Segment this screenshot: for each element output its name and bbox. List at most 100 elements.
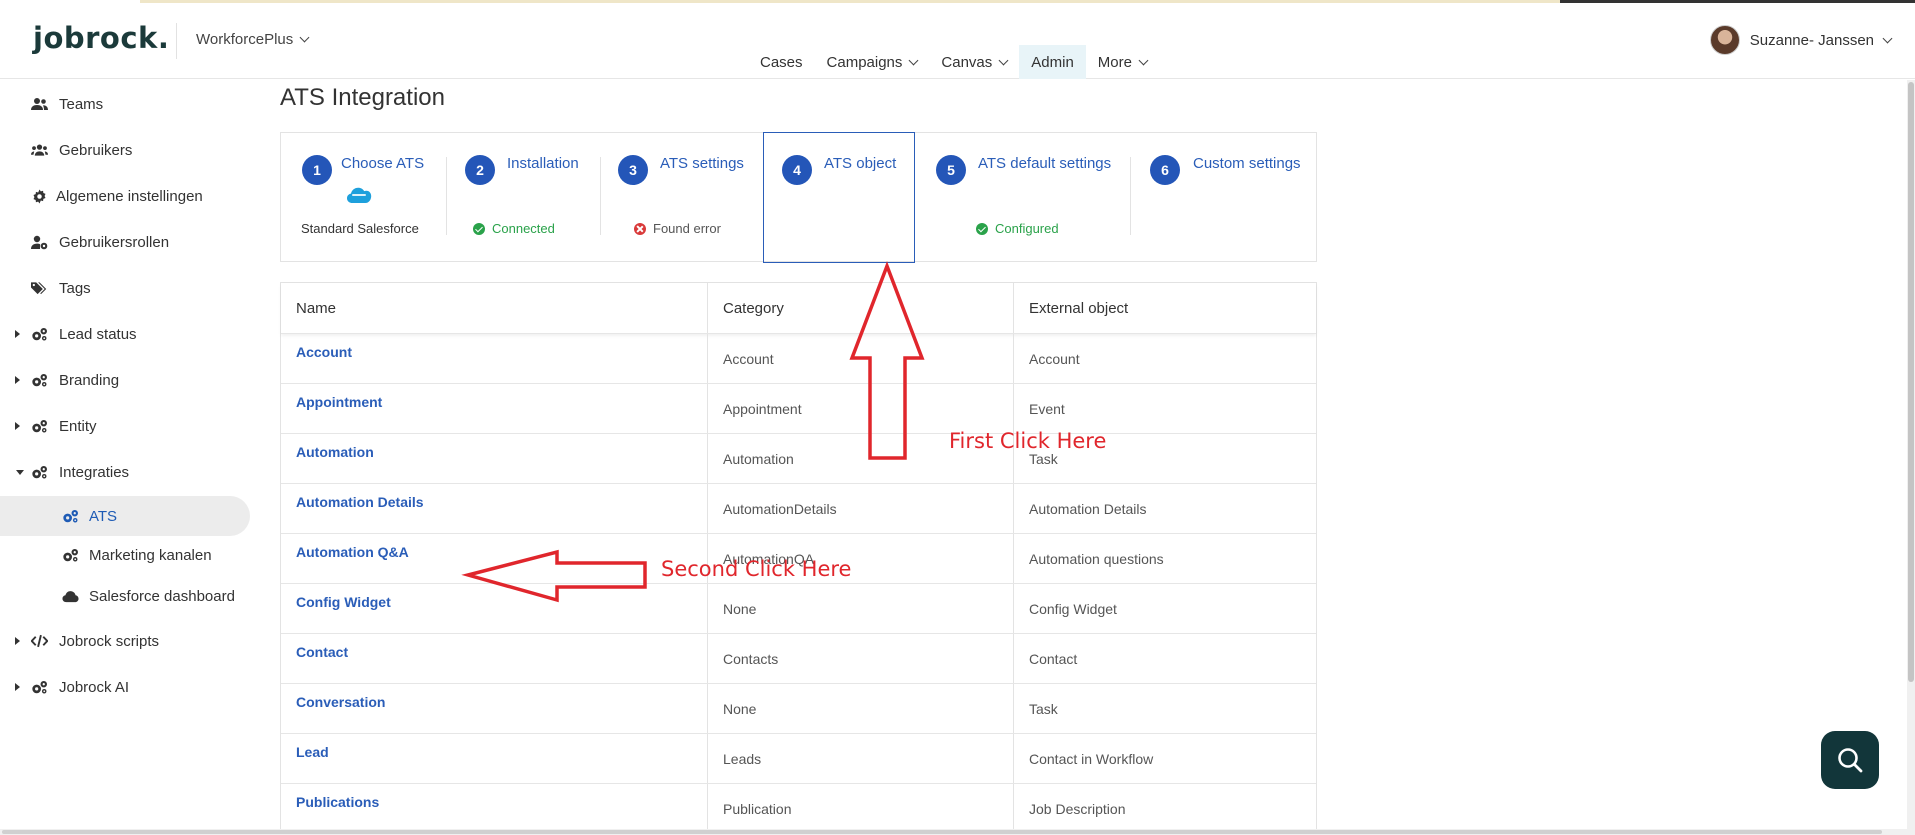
row-external-object: Automation Details xyxy=(1013,484,1316,533)
search-icon xyxy=(1838,748,1863,773)
column-header-name[interactable]: Name xyxy=(281,283,707,333)
row-name-link[interactable]: Automation xyxy=(281,434,707,483)
search-fab-button[interactable] xyxy=(1821,731,1879,789)
workspace-selector[interactable]: WorkforcePlus xyxy=(196,31,310,48)
gears-icon xyxy=(62,547,79,564)
step-number: 4 xyxy=(782,155,812,185)
avatar xyxy=(1709,25,1740,55)
nav-label: Campaigns xyxy=(826,53,903,71)
gears-icon xyxy=(31,372,48,389)
row-name-link[interactable]: Config Widget xyxy=(281,584,707,633)
sidebar-item-label: Tags xyxy=(59,279,91,297)
row-name-link[interactable]: Account xyxy=(281,334,707,383)
table-row[interactable]: Automation Automation Task xyxy=(281,434,1316,484)
step-number: 6 xyxy=(1150,155,1180,185)
caret-right-icon[interactable] xyxy=(15,637,20,645)
horizontal-scrollbar[interactable] xyxy=(0,829,1907,835)
sidebar-item-label: Gebruikersrollen xyxy=(59,233,170,251)
step-status-text: Standard Salesforce xyxy=(301,221,419,236)
sidebar-item-label: Gebruikers xyxy=(59,141,133,159)
sidebar-item-label: Algemene instellingen xyxy=(56,187,203,205)
step-ats-settings[interactable]: 3 ATS settings Found error xyxy=(601,133,761,261)
scrollbar-thumb[interactable] xyxy=(1908,82,1914,682)
sidebar-item-jobrock-scripts[interactable]: Jobrock scripts xyxy=(0,621,250,661)
table-row[interactable]: Config Widget None Config Widget xyxy=(281,584,1316,634)
table-row[interactable]: Automation Details AutomationDetails Autom… xyxy=(281,484,1316,534)
sidebar-item-ats[interactable]: ATS xyxy=(0,496,250,536)
sidebar-item-entity[interactable]: Entity xyxy=(0,406,250,446)
nav-canvas[interactable]: Canvas xyxy=(929,45,1019,79)
sidebar-item-gebruikers[interactable]: Gebruikers xyxy=(0,130,250,170)
step-installation[interactable]: 2 Installation Connected xyxy=(447,133,603,261)
sidebar-item-marketing-kanalen[interactable]: Marketing kanalen xyxy=(0,535,250,575)
app-window: jobrock. WorkforcePlus Cases Campaigns C… xyxy=(0,0,1915,835)
step-title: ATS default settings xyxy=(978,155,1112,172)
table-row[interactable]: Conversation None Task xyxy=(281,684,1316,734)
row-name-link[interactable]: Publications xyxy=(281,784,707,833)
nav-admin[interactable]: Admin xyxy=(1019,45,1086,79)
sidebar-item-label: Lead status xyxy=(59,325,137,343)
vertical-scrollbar[interactable] xyxy=(1907,80,1915,835)
row-external-object: Account xyxy=(1013,334,1316,383)
row-external-object: Job Description xyxy=(1013,784,1316,833)
table-row[interactable]: Contact Contacts Contact xyxy=(281,634,1316,684)
step-custom-settings[interactable]: 6 Custom settings xyxy=(1131,133,1317,261)
caret-right-icon[interactable] xyxy=(15,330,20,338)
sidebar-item-tags[interactable]: Tags xyxy=(0,268,250,308)
step-ats-default-settings[interactable]: 5 ATS default settings Configured xyxy=(915,133,1137,261)
gears-icon xyxy=(31,326,48,343)
code-icon xyxy=(31,633,48,650)
scrollbar-thumb[interactable] xyxy=(2,830,1882,834)
table-row[interactable]: Appointment Appointment Event xyxy=(281,384,1316,434)
gears-icon xyxy=(62,508,79,525)
caret-right-icon[interactable] xyxy=(15,422,20,430)
check-circle-icon xyxy=(473,222,485,235)
table-body: Account Account Account Appointment Appointm… xyxy=(281,334,1316,834)
sidebar-item-teams[interactable]: Teams xyxy=(0,84,250,124)
sidebar-item-jobrock-ai[interactable]: Jobrock AI xyxy=(0,667,250,707)
table-row[interactable]: Account Account Account xyxy=(281,334,1316,384)
nav-label: Cases xyxy=(760,53,803,71)
nav-campaigns[interactable]: Campaigns xyxy=(815,45,930,79)
users-group-icon xyxy=(31,142,48,159)
error-circle-icon xyxy=(634,222,646,235)
sidebar-item-gebruikersrollen[interactable]: Gebruikersrollen xyxy=(0,222,250,262)
step-ats-object[interactable]: 4 ATS object xyxy=(763,132,915,263)
step-choose-ats[interactable]: 1 Choose ATS Standard Salesforce xyxy=(281,133,446,261)
row-category: Account xyxy=(707,334,1013,383)
table-row[interactable]: Lead Leads Contact in Workflow xyxy=(281,734,1316,784)
sidebar-item-lead-status[interactable]: Lead status xyxy=(0,314,250,354)
user-menu[interactable]: Suzanne- Janssen xyxy=(1709,25,1893,55)
step-title: ATS settings xyxy=(660,155,744,172)
sidebar-item-label: Teams xyxy=(59,95,104,113)
caret-right-icon[interactable] xyxy=(15,683,20,691)
row-external-object: Event xyxy=(1013,384,1316,433)
step-status: Connected xyxy=(473,221,555,236)
sidebar-item-integraties[interactable]: Integraties xyxy=(0,452,250,492)
row-name-link[interactable]: Appointment xyxy=(281,384,707,433)
row-name-link[interactable]: Lead xyxy=(281,734,707,783)
row-category: Leads xyxy=(707,734,1013,783)
row-name-link[interactable]: Conversation xyxy=(281,684,707,733)
row-name-link[interactable]: Contact xyxy=(281,634,707,683)
main-nav: Cases Campaigns Canvas Admin More xyxy=(748,45,1159,79)
nav-more[interactable]: More xyxy=(1086,45,1159,79)
cloud-icon xyxy=(62,588,79,605)
sidebar-item-branding[interactable]: Branding xyxy=(0,360,250,400)
row-category: AutomationDetails xyxy=(707,484,1013,533)
column-header-external-object[interactable]: External object xyxy=(1013,283,1316,333)
sidebar-item-label: Entity xyxy=(59,417,97,435)
sidebar-item-label: Jobrock scripts xyxy=(59,632,160,650)
caret-right-icon[interactable] xyxy=(15,376,20,384)
row-name-link[interactable]: Automation Details xyxy=(281,484,707,533)
table-row[interactable]: Publications Publication Job Description xyxy=(281,784,1316,834)
page-title: ATS Integration xyxy=(280,84,445,111)
sidebar-item-label: Marketing kanalen xyxy=(89,546,212,564)
jobrock-logo[interactable]: jobrock. xyxy=(33,21,169,55)
sidebar-item-salesforce-dashboard[interactable]: Salesforce dashboard xyxy=(0,576,250,616)
nav-cases[interactable]: Cases xyxy=(748,45,815,79)
column-header-category[interactable]: Category xyxy=(707,283,1013,333)
row-name-link[interactable]: Automation Q&A xyxy=(281,534,707,583)
caret-down-icon[interactable] xyxy=(16,469,24,475)
sidebar-item-algemene-instellingen[interactable]: Algemene instellingen xyxy=(0,176,250,216)
